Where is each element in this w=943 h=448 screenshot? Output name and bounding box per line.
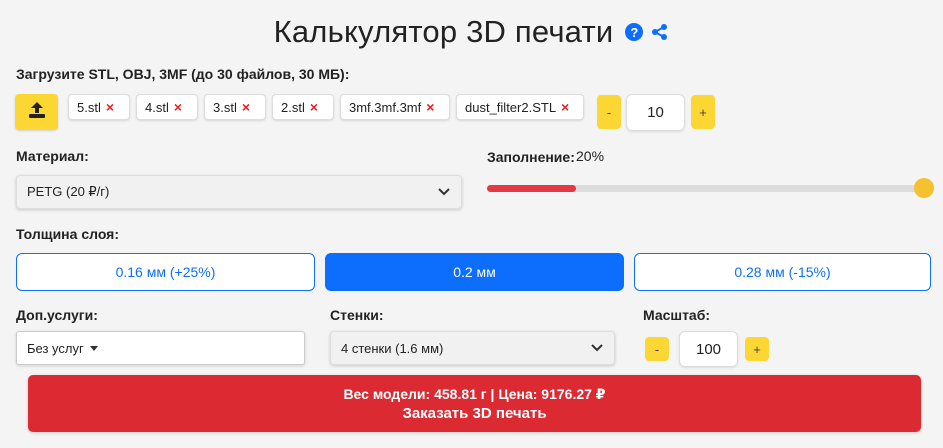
help-icon[interactable]: ? [625, 23, 644, 41]
infill-label: Заполнение: [487, 149, 575, 165]
order-summary: Вес модели: 458.81 г | Цена: 9176.27 ₽ [343, 385, 606, 402]
layer-option-0-16[interactable]: 0.16 мм (+25%) [16, 253, 315, 291]
infill-slider-fill [487, 185, 576, 192]
upload-button[interactable] [15, 94, 58, 130]
quantity-input[interactable]: 10 [626, 94, 685, 131]
upload-icon [27, 101, 47, 124]
scale-decrement-button[interactable]: - [645, 337, 669, 361]
scale-input[interactable]: 100 [679, 331, 738, 367]
file-chip: 2.stl × [272, 94, 334, 120]
extras-selected: Без услуг [27, 340, 84, 356]
order-action-label: Заказать 3D печать [402, 404, 547, 422]
material-label: Материал: [16, 148, 89, 164]
file-chip: 4.stl × [136, 94, 198, 120]
extras-label: Доп.услуги: [16, 307, 98, 323]
order-button[interactable]: Вес модели: 458.81 г | Цена: 9176.27 ₽ З… [28, 375, 921, 432]
material-select[interactable]: PETG (20 ₽/г) [16, 175, 462, 209]
layer-label: Толщина слоя: [16, 226, 120, 242]
file-chip: 3mf.3mf.3mf × [340, 94, 450, 120]
walls-label: Стенки: [330, 307, 384, 323]
remove-file-icon[interactable]: × [242, 99, 250, 115]
file-name: 3mf.3mf.3mf [349, 99, 422, 115]
file-chip: dust_filter2.STL × [456, 94, 584, 120]
walls-select[interactable]: 4 стенки (1.6 мм) [330, 331, 615, 365]
infill-slider-thumb[interactable] [914, 178, 934, 198]
page-title: Калькулятор 3D печати [273, 14, 614, 49]
share-icon[interactable] [651, 23, 669, 41]
quantity-decrement-button[interactable]: - [597, 95, 621, 129]
file-name: 4.stl [145, 99, 169, 115]
scale-increment-button[interactable]: + [745, 337, 769, 361]
remove-file-icon[interactable]: × [106, 99, 114, 115]
layer-option-0-2[interactable]: 0.2 мм [325, 253, 624, 291]
file-name: dust_filter2.STL [465, 99, 557, 115]
file-name: 2.stl [281, 99, 305, 115]
file-name: 3.stl [213, 99, 237, 115]
file-chip: 5.stl × [68, 94, 130, 120]
remove-file-icon[interactable]: × [561, 99, 569, 115]
file-name: 5.stl [77, 99, 101, 115]
quantity-increment-button[interactable]: + [691, 95, 715, 129]
caret-down-icon [89, 345, 98, 351]
infill-value: 20% [576, 148, 605, 164]
remove-file-icon[interactable]: × [174, 99, 182, 115]
chevron-down-icon [590, 341, 604, 356]
header: Калькулятор 3D печати ? [0, 10, 943, 54]
remove-file-icon[interactable]: × [310, 99, 318, 115]
remove-file-icon[interactable]: × [426, 99, 434, 115]
walls-selected: 4 стенки (1.6 мм) [341, 340, 444, 356]
file-chip: 3.stl × [204, 94, 266, 120]
layer-option-0-28[interactable]: 0.28 мм (-15%) [634, 253, 931, 291]
chevron-down-icon [437, 185, 451, 200]
material-selected: PETG (20 ₽/г) [27, 184, 110, 199]
infill-slider-track[interactable] [487, 185, 924, 192]
extras-dropdown[interactable]: Без услуг [16, 331, 305, 365]
scale-label: Масштаб: [643, 307, 711, 323]
upload-label: Загрузите STL, OBJ, 3MF (до 30 файлов, 3… [16, 66, 350, 82]
